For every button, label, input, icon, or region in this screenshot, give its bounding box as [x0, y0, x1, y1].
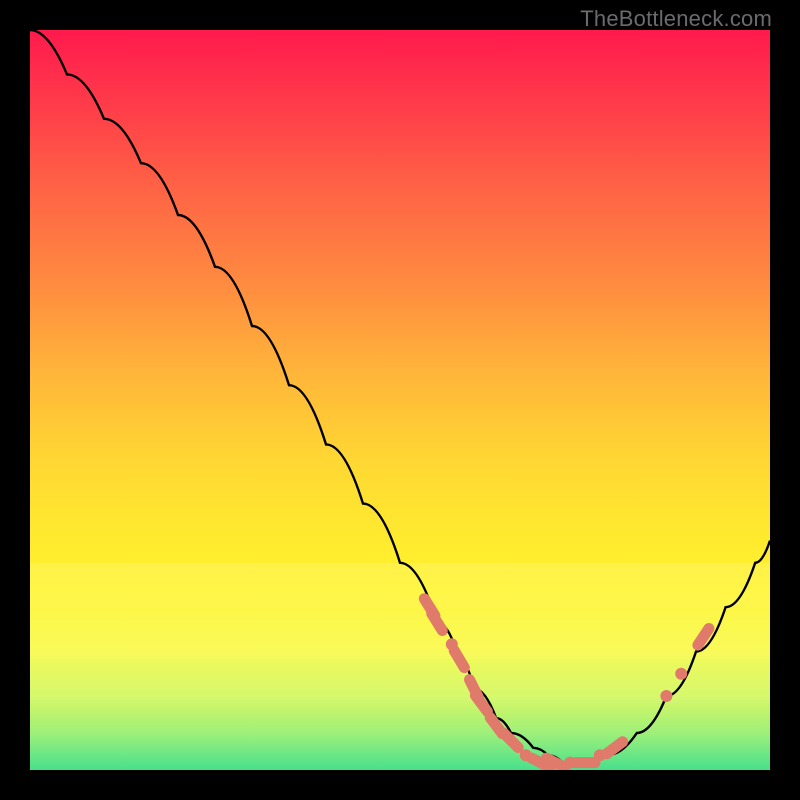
marker-dot: [660, 690, 672, 702]
plot-area: [30, 30, 770, 770]
marker-dash: [698, 629, 709, 646]
chart-frame: TheBottleneck.com: [0, 0, 800, 800]
marker-dot: [675, 668, 687, 680]
marker-dash: [432, 614, 443, 631]
bottleneck-curve: [30, 30, 770, 763]
chart-svg: [30, 30, 770, 770]
marker-dash: [504, 733, 518, 747]
attribution-label: TheBottleneck.com: [580, 6, 772, 32]
marker-dash: [454, 650, 464, 667]
curve-markers: [424, 599, 709, 769]
